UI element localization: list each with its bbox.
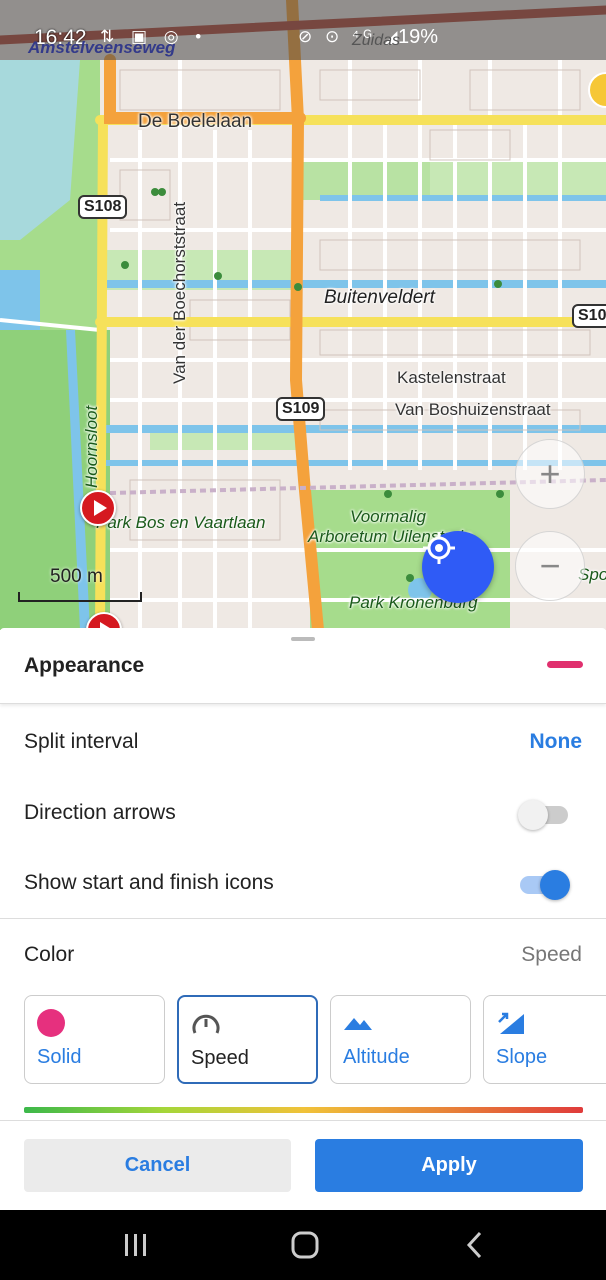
- color-type-options: Solid Speed Altitude Slope: [24, 995, 606, 1085]
- mountains-icon: [344, 1018, 372, 1030]
- track-color-preview: [547, 661, 583, 668]
- direction-arrows-label: Direction arrows: [24, 801, 176, 824]
- zoom-in-button[interactable]: +: [515, 439, 585, 509]
- track-start-pin[interactable]: [80, 490, 116, 526]
- start-finish-icons-toggle[interactable]: [520, 870, 570, 900]
- direction-arrows-toggle[interactable]: [518, 800, 568, 830]
- zoom-out-button[interactable]: −: [515, 531, 585, 601]
- plus-icon: +: [539, 453, 561, 494]
- recents-icon: [125, 1234, 146, 1256]
- toggle-knob: [518, 800, 548, 830]
- solid-dot-icon: [37, 1009, 65, 1037]
- split-interval-label: Split interval: [24, 730, 139, 753]
- map-label-hoornsloot: Hoornsloot: [82, 405, 101, 488]
- color-option-label: Speed: [191, 1047, 249, 1069]
- map-label-zuidas: Zuidas: [352, 32, 401, 49]
- route-shield-s108: S108: [78, 195, 128, 219]
- toggle-knob: [540, 870, 570, 900]
- color-row: Color Speed: [0, 920, 606, 990]
- color-option-slope[interactable]: Slope: [483, 995, 606, 1084]
- my-location-button[interactable]: [422, 531, 494, 603]
- home-icon: [291, 1231, 319, 1259]
- map-scale-bar: [18, 592, 142, 602]
- direction-arrows-row[interactable]: Direction arrows: [0, 778, 606, 848]
- map-scale-label: 500 m: [50, 566, 103, 587]
- back-icon: [466, 1231, 482, 1259]
- map-label-van-der-boechorststraat: Van der Boechorststraat: [170, 201, 189, 384]
- map-canvas[interactable]: [0, 0, 606, 630]
- recents-button[interactable]: [86, 1210, 186, 1280]
- map-label-kastelenstraat: Kastelenstraat: [397, 368, 506, 387]
- color-option-altitude[interactable]: Altitude: [330, 995, 471, 1084]
- map-label-voormalig: Voormalig: [350, 507, 426, 526]
- sheet-footer: Cancel Apply: [0, 1120, 606, 1210]
- color-option-label: Altitude: [343, 1046, 410, 1068]
- start-finish-icons-row[interactable]: Show start and finish icons: [0, 848, 606, 918]
- color-option-label: Slope: [496, 1046, 548, 1068]
- map-label-buitenveldert: Buitenveldert: [324, 287, 435, 308]
- sheet-title: Appearance: [24, 654, 145, 677]
- color-label: Color: [24, 943, 75, 966]
- map-label-van-boshuizenstraat: Van Boshuizenstraat: [395, 400, 551, 419]
- appearance-sheet: Appearance Split interval None Direction…: [0, 628, 606, 1210]
- system-navigation-bar: [0, 1210, 606, 1280]
- color-option-solid[interactable]: Solid: [24, 995, 165, 1084]
- color-option-label: Solid: [37, 1046, 82, 1068]
- sheet-header: Appearance: [0, 628, 606, 704]
- route-shield-s109: S109: [276, 397, 326, 421]
- minus-icon: −: [539, 545, 561, 586]
- sheet-drag-handle[interactable]: [291, 637, 315, 641]
- apply-button[interactable]: Apply: [315, 1139, 583, 1192]
- map-label-park-bos-en-vaartlaan: Park Bos en Vaartlaan: [96, 513, 266, 532]
- slope-icon: [498, 1012, 524, 1034]
- crosshair-icon: [423, 532, 455, 564]
- map-view[interactable]: De Boelelaan S108 Van der Boechorststraa…: [0, 0, 606, 630]
- divider: [0, 918, 606, 919]
- start-finish-icons-label: Show start and finish icons: [24, 871, 274, 894]
- color-option-speed[interactable]: Speed: [177, 995, 318, 1084]
- split-interval-row[interactable]: Split interval None: [0, 707, 606, 777]
- home-button[interactable]: [255, 1210, 355, 1280]
- screen: De Boelelaan S108 Van der Boechorststraa…: [0, 0, 606, 1280]
- speed-color-gradient: [24, 1107, 583, 1113]
- map-label-de-boelelaan: De Boelelaan: [138, 111, 253, 132]
- speedometer-icon: [192, 1014, 220, 1034]
- route-shield-s10: S10: [572, 304, 606, 328]
- battery-percentage: 19%: [398, 26, 439, 48]
- color-value: Speed: [521, 943, 582, 966]
- cancel-button[interactable]: Cancel: [24, 1139, 291, 1192]
- back-button[interactable]: [425, 1210, 525, 1280]
- map-label-amstelveenseweg: Amstelveenseweg: [28, 38, 176, 57]
- split-interval-value[interactable]: None: [530, 707, 583, 777]
